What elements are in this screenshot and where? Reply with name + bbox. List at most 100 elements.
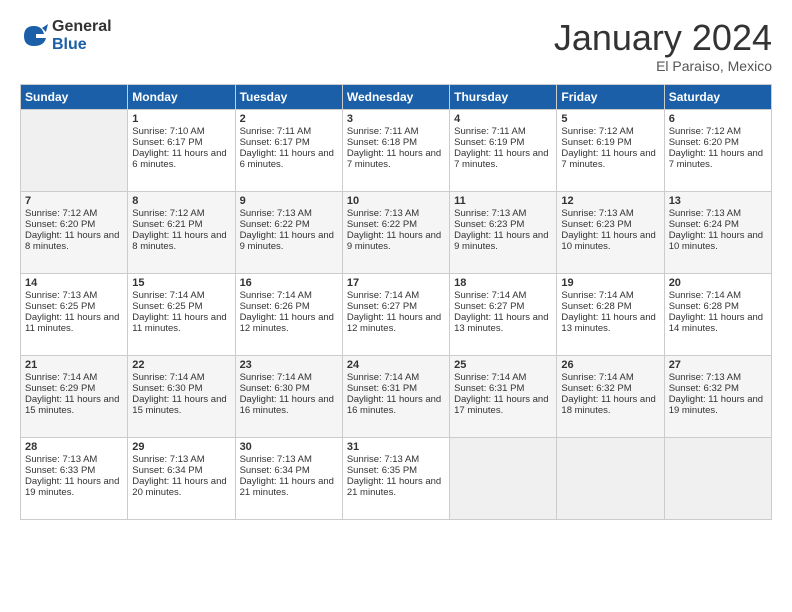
day-number: 31 <box>347 441 445 453</box>
col-sunday: Sunday <box>21 84 128 109</box>
sunrise-label: Sunrise: 7:14 AM <box>561 372 633 383</box>
sunrise-label: Sunrise: 7:13 AM <box>347 454 419 465</box>
logo-blue-text: Blue <box>52 36 112 54</box>
table-row: 7Sunrise: 7:12 AMSunset: 6:20 PMDaylight… <box>21 191 128 273</box>
table-row: 25Sunrise: 7:14 AMSunset: 6:31 PMDayligh… <box>450 355 557 437</box>
daylight-label: Daylight: 11 hours and 18 minutes. <box>561 394 655 416</box>
table-row: 5Sunrise: 7:12 AMSunset: 6:19 PMDaylight… <box>557 109 664 191</box>
daylight-label: Daylight: 11 hours and 10 minutes. <box>561 230 655 252</box>
sunset-label: Sunset: 6:25 PM <box>132 301 202 312</box>
table-row: 16Sunrise: 7:14 AMSunset: 6:26 PMDayligh… <box>235 273 342 355</box>
sunrise-label: Sunrise: 7:14 AM <box>454 290 526 301</box>
table-row: 30Sunrise: 7:13 AMSunset: 6:34 PMDayligh… <box>235 437 342 519</box>
calendar-week-row: 21Sunrise: 7:14 AMSunset: 6:29 PMDayligh… <box>21 355 772 437</box>
daylight-label: Daylight: 11 hours and 13 minutes. <box>561 312 655 334</box>
sunset-label: Sunset: 6:18 PM <box>347 137 417 148</box>
page: General Blue January 2024 El Paraiso, Me… <box>0 0 792 612</box>
table-row: 9Sunrise: 7:13 AMSunset: 6:22 PMDaylight… <box>235 191 342 273</box>
day-number: 11 <box>454 195 552 207</box>
sunset-label: Sunset: 6:32 PM <box>669 383 739 394</box>
day-number: 24 <box>347 359 445 371</box>
sunset-label: Sunset: 6:34 PM <box>240 465 310 476</box>
sunrise-label: Sunrise: 7:14 AM <box>25 372 97 383</box>
sunset-label: Sunset: 6:27 PM <box>347 301 417 312</box>
sunrise-label: Sunrise: 7:13 AM <box>240 208 312 219</box>
sunset-label: Sunset: 6:30 PM <box>240 383 310 394</box>
calendar-week-row: 28Sunrise: 7:13 AMSunset: 6:33 PMDayligh… <box>21 437 772 519</box>
daylight-label: Daylight: 11 hours and 20 minutes. <box>132 476 226 498</box>
day-number: 9 <box>240 195 338 207</box>
sunrise-label: Sunrise: 7:13 AM <box>240 454 312 465</box>
table-row: 29Sunrise: 7:13 AMSunset: 6:34 PMDayligh… <box>128 437 235 519</box>
sunrise-label: Sunrise: 7:12 AM <box>25 208 97 219</box>
sunset-label: Sunset: 6:35 PM <box>347 465 417 476</box>
sunset-label: Sunset: 6:30 PM <box>132 383 202 394</box>
daylight-label: Daylight: 11 hours and 7 minutes. <box>454 148 548 170</box>
table-row <box>21 109 128 191</box>
calendar-week-row: 7Sunrise: 7:12 AMSunset: 6:20 PMDaylight… <box>21 191 772 273</box>
day-number: 28 <box>25 441 123 453</box>
sunset-label: Sunset: 6:23 PM <box>561 219 631 230</box>
day-number: 1 <box>132 113 230 125</box>
sunrise-label: Sunrise: 7:14 AM <box>669 290 741 301</box>
day-number: 21 <box>25 359 123 371</box>
daylight-label: Daylight: 11 hours and 11 minutes. <box>25 312 119 334</box>
sunset-label: Sunset: 6:20 PM <box>25 219 95 230</box>
sunrise-label: Sunrise: 7:14 AM <box>347 372 419 383</box>
day-number: 10 <box>347 195 445 207</box>
daylight-label: Daylight: 11 hours and 21 minutes. <box>347 476 441 498</box>
sunrise-label: Sunrise: 7:11 AM <box>347 126 419 137</box>
sunset-label: Sunset: 6:25 PM <box>25 301 95 312</box>
sunrise-label: Sunrise: 7:14 AM <box>347 290 419 301</box>
table-row: 8Sunrise: 7:12 AMSunset: 6:21 PMDaylight… <box>128 191 235 273</box>
calendar-week-row: 1Sunrise: 7:10 AMSunset: 6:17 PMDaylight… <box>21 109 772 191</box>
daylight-label: Daylight: 11 hours and 15 minutes. <box>25 394 119 416</box>
day-number: 8 <box>132 195 230 207</box>
sunset-label: Sunset: 6:31 PM <box>347 383 417 394</box>
table-row: 26Sunrise: 7:14 AMSunset: 6:32 PMDayligh… <box>557 355 664 437</box>
daylight-label: Daylight: 11 hours and 9 minutes. <box>240 230 334 252</box>
sunset-label: Sunset: 6:17 PM <box>132 137 202 148</box>
day-number: 12 <box>561 195 659 207</box>
day-number: 27 <box>669 359 767 371</box>
daylight-label: Daylight: 11 hours and 21 minutes. <box>240 476 334 498</box>
daylight-label: Daylight: 11 hours and 17 minutes. <box>454 394 548 416</box>
col-friday: Friday <box>557 84 664 109</box>
sunrise-label: Sunrise: 7:13 AM <box>454 208 526 219</box>
sunset-label: Sunset: 6:22 PM <box>347 219 417 230</box>
sunset-label: Sunset: 6:22 PM <box>240 219 310 230</box>
table-row: 3Sunrise: 7:11 AMSunset: 6:18 PMDaylight… <box>342 109 449 191</box>
sunrise-label: Sunrise: 7:12 AM <box>561 126 633 137</box>
logo: General Blue <box>20 18 112 53</box>
table-row: 21Sunrise: 7:14 AMSunset: 6:29 PMDayligh… <box>21 355 128 437</box>
table-row: 13Sunrise: 7:13 AMSunset: 6:24 PMDayligh… <box>664 191 771 273</box>
table-row: 2Sunrise: 7:11 AMSunset: 6:17 PMDaylight… <box>235 109 342 191</box>
sunrise-label: Sunrise: 7:12 AM <box>669 126 741 137</box>
sunset-label: Sunset: 6:27 PM <box>454 301 524 312</box>
day-number: 5 <box>561 113 659 125</box>
sunset-label: Sunset: 6:32 PM <box>561 383 631 394</box>
calendar-week-row: 14Sunrise: 7:13 AMSunset: 6:25 PMDayligh… <box>21 273 772 355</box>
table-row: 14Sunrise: 7:13 AMSunset: 6:25 PMDayligh… <box>21 273 128 355</box>
table-row: 10Sunrise: 7:13 AMSunset: 6:22 PMDayligh… <box>342 191 449 273</box>
calendar-table: Sunday Monday Tuesday Wednesday Thursday… <box>20 84 772 520</box>
col-monday: Monday <box>128 84 235 109</box>
sunset-label: Sunset: 6:26 PM <box>240 301 310 312</box>
daylight-label: Daylight: 11 hours and 13 minutes. <box>454 312 548 334</box>
table-row: 28Sunrise: 7:13 AMSunset: 6:33 PMDayligh… <box>21 437 128 519</box>
table-row: 6Sunrise: 7:12 AMSunset: 6:20 PMDaylight… <box>664 109 771 191</box>
title-block: January 2024 El Paraiso, Mexico <box>554 18 772 74</box>
sunset-label: Sunset: 6:28 PM <box>561 301 631 312</box>
sunset-label: Sunset: 6:31 PM <box>454 383 524 394</box>
sunset-label: Sunset: 6:19 PM <box>454 137 524 148</box>
table-row: 11Sunrise: 7:13 AMSunset: 6:23 PMDayligh… <box>450 191 557 273</box>
location-subtitle: El Paraiso, Mexico <box>554 58 772 74</box>
day-number: 3 <box>347 113 445 125</box>
table-row <box>557 437 664 519</box>
daylight-label: Daylight: 11 hours and 7 minutes. <box>561 148 655 170</box>
logo-text: General Blue <box>52 18 112 53</box>
daylight-label: Daylight: 11 hours and 11 minutes. <box>132 312 226 334</box>
day-number: 15 <box>132 277 230 289</box>
day-number: 29 <box>132 441 230 453</box>
day-number: 30 <box>240 441 338 453</box>
